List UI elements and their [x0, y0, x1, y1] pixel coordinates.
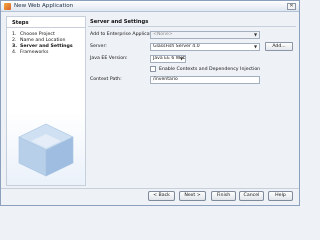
step-number: 2.	[12, 38, 17, 43]
cancel-button[interactable]: Cancel	[239, 191, 264, 201]
divider	[7, 27, 85, 28]
server-dropdown[interactable]: GlassFish Server 4.0 ▼	[150, 43, 260, 51]
close-icon[interactable]: ✕	[287, 3, 296, 10]
cdi-checkbox[interactable]	[150, 66, 156, 72]
step-label: Name and Location	[20, 38, 66, 43]
finish-button[interactable]: Finish	[211, 191, 236, 201]
add-server-button[interactable]: Add...	[265, 42, 293, 51]
window-title: New Web Application	[14, 3, 74, 9]
step-server-and-settings: 3. Server and Settings	[12, 44, 73, 49]
step-number: 4.	[12, 50, 17, 55]
step-number: 3.	[12, 44, 18, 49]
server-settings-panel: Server and Settings Add to Enterprise Ap…	[88, 16, 296, 186]
cdi-checkbox-label[interactable]: Enable Contexts and Dependency Injection	[159, 67, 260, 72]
step-number: 1.	[12, 32, 17, 37]
title-bar: New Web Application ✕	[1, 1, 299, 12]
enterprise-app-value: <None>	[153, 32, 173, 37]
java-ee-version-label: Java EE Version:	[90, 56, 128, 61]
java-ee-version-dropdown[interactable]: Java EE 6 Web ▼	[150, 55, 186, 63]
step-frameworks: 4. Frameworks	[12, 50, 48, 55]
steps-panel: Steps 1. Choose Project 2. Name and Locati…	[6, 16, 86, 186]
context-path-value: /inventario	[153, 77, 178, 82]
divider	[1, 188, 299, 189]
step-label: Frameworks	[20, 50, 49, 55]
chevron-down-icon: ▼	[253, 32, 258, 37]
netbeans-cube-icon	[18, 123, 74, 177]
back-button[interactable]: < Back	[148, 191, 175, 201]
chevron-down-icon: ▼	[179, 56, 184, 61]
step-label: Server and Settings	[20, 44, 73, 49]
chevron-down-icon: ▼	[253, 44, 258, 49]
steps-title: Steps	[12, 20, 29, 26]
enterprise-app-dropdown[interactable]: <None> ▼	[150, 31, 260, 39]
context-path-input[interactable]: /inventario	[150, 76, 260, 84]
context-path-label: Context Path:	[90, 77, 122, 82]
step-name-and-location: 2. Name and Location	[12, 38, 65, 43]
panel-title: Server and Settings	[90, 19, 149, 25]
next-button[interactable]: Next >	[179, 191, 206, 201]
step-label: Choose Project	[20, 32, 55, 37]
help-button[interactable]: Help	[268, 191, 293, 201]
server-value: GlassFish Server 4.0	[153, 44, 200, 49]
wizard-graphic	[7, 112, 85, 185]
divider	[88, 26, 296, 27]
server-label: Server:	[90, 44, 107, 49]
netbeans-app-icon	[4, 3, 11, 10]
step-choose-project: 1. Choose Project	[12, 32, 55, 37]
dialog-window: New Web Application ✕ Steps 1. Choose Pro…	[0, 0, 300, 206]
